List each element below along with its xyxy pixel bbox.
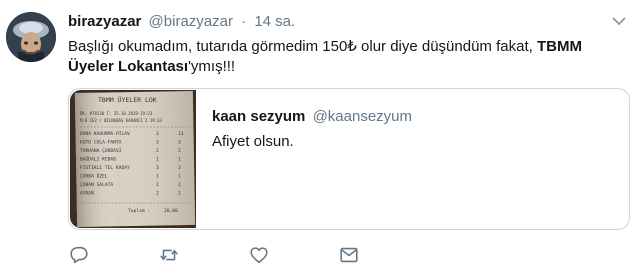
direct-message-icon[interactable] xyxy=(338,244,360,266)
receipt-item-price: 1 xyxy=(178,157,181,163)
receipt-item-price: 2 xyxy=(178,191,181,197)
receipt-item-qty: 2 xyxy=(156,182,159,188)
receipt-item-name: TARHANA ÇORBASI xyxy=(80,148,122,154)
receipt-total-value: 28,00 xyxy=(164,208,178,214)
receipt-item-name: BAĞDALI KEBAB xyxy=(80,156,116,163)
receipt-item-price: 3 xyxy=(178,140,181,146)
quoted-tweet-header: kaan sezyum @kaansezyum xyxy=(212,108,412,126)
avatar[interactable] xyxy=(6,12,56,62)
like-icon[interactable] xyxy=(248,244,270,266)
quoted-display-name[interactable]: kaan sezyum xyxy=(212,108,305,125)
receipt-item-price: 13 xyxy=(178,131,184,137)
tweet-header: birazyazar @birazyazar · 14 sa. xyxy=(68,13,295,31)
receipt-item-name: DANA KAVURMA-PİLAV xyxy=(80,130,130,137)
receipt-total-label: Toplam : xyxy=(128,208,150,214)
receipt-item-price: 2 xyxy=(178,182,181,188)
tweet: birazyazar @birazyazar · 14 sa. Başlığı … xyxy=(0,0,640,276)
receipt-item-name: ÇOBAN SALATA xyxy=(80,182,113,188)
receipt-item-qty: 2 xyxy=(156,148,159,154)
tweet-text-suffix: 'ymış!!! xyxy=(188,58,236,75)
receipt-line2: M:8 CE2 / BİLNGBAŞ KARANCI 2 19:33 xyxy=(80,118,162,123)
tweet-text-plain: Başlığı okumadım, tutarıda görmedim 150₺… xyxy=(68,38,537,55)
tweet-actions xyxy=(68,244,628,268)
quoted-user-handle[interactable]: @kaansezyum xyxy=(313,108,412,125)
receipt-image[interactable]: TBMM ÜYELER LOK ÖK: #78138 T: 25.10.2019… xyxy=(70,90,196,228)
receipt-line1: ÖK: #78138 T: 25.10.2019-19:23 xyxy=(80,111,153,116)
receipt-item-qty: 1 xyxy=(156,174,159,180)
receipt-item-qty: 3 xyxy=(156,165,159,171)
timestamp[interactable]: 14 sa. xyxy=(254,13,295,30)
receipt-item-name: AYRAN xyxy=(80,191,94,197)
receipt-item-qty: 2 xyxy=(156,191,159,197)
chevron-down-icon[interactable] xyxy=(612,16,626,28)
reply-icon[interactable] xyxy=(68,244,90,266)
receipt-item-qty: 1 xyxy=(156,157,159,163)
quoted-tweet-text: Afiyet olsun. xyxy=(212,133,294,150)
receipt-item-price: 3 xyxy=(178,165,181,171)
retweet-icon[interactable] xyxy=(158,244,180,266)
separator-dot: · xyxy=(241,13,247,30)
receipt-header: TBMM ÜYELER LOK xyxy=(98,95,157,104)
receipt-item-qty: 3 xyxy=(156,140,159,146)
user-handle[interactable]: @birazyazar xyxy=(149,13,233,30)
quoted-tweet[interactable]: TBMM ÜYELER LOK ÖK: #78138 T: 25.10.2019… xyxy=(68,88,630,230)
receipt-item-name: KUTU COLA-FANTA xyxy=(80,140,122,146)
receipt-item-name: ÇORBA ÖZEL xyxy=(80,173,108,180)
receipt-item-qty: 3 xyxy=(156,131,159,137)
receipt-item-price: 1 xyxy=(178,174,181,180)
receipt-item-price: 2 xyxy=(178,148,181,154)
display-name[interactable]: birazyazar xyxy=(68,13,141,30)
tweet-text: Başlığı okumadım, tutarıda görmedim 150₺… xyxy=(68,37,628,77)
receipt-item-name: FISTIKLI TEL KADAY xyxy=(80,165,130,171)
